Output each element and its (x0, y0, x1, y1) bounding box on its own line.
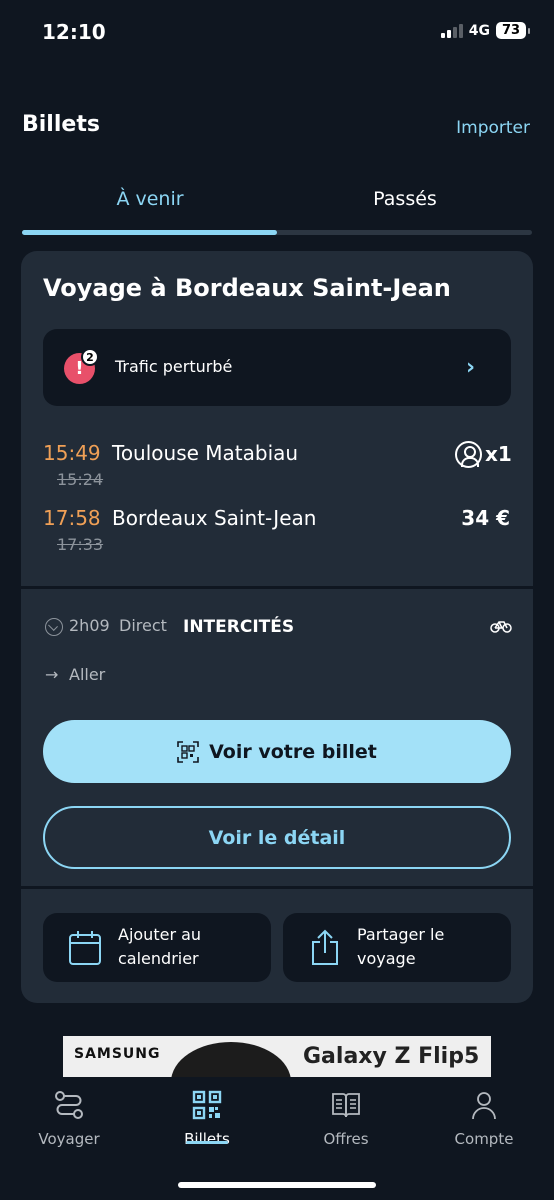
battery-icon: 73 (496, 22, 526, 39)
ad-brand: SAMSUNG (74, 1046, 161, 1062)
tab-upcoming[interactable]: À venir (22, 188, 278, 210)
arrow-right-icon: → (45, 665, 59, 684)
nav-label: Voyager (38, 1130, 100, 1148)
departure-station: Toulouse Matabiau (112, 441, 299, 465)
bike-icon (490, 619, 512, 637)
qr-code-icon (192, 1090, 222, 1120)
nav-voyager[interactable]: Voyager (9, 1090, 129, 1148)
traffic-alert-banner[interactable] (43, 329, 511, 406)
departure-scheduled-time: 15:24 (57, 470, 104, 489)
share-trip-label: Partager le voyage (357, 925, 445, 968)
trip-title: Voyage à Bordeaux Saint-Jean (43, 274, 451, 302)
clock-icon (45, 618, 63, 636)
ad-product: Galaxy Z Flip5 (303, 1044, 480, 1069)
calendar-icon (69, 931, 101, 965)
page-title: Billets (22, 112, 100, 137)
qr-code-icon (177, 740, 199, 763)
home-indicator[interactable] (178, 1182, 376, 1188)
trip-duration: 2h09 (69, 616, 110, 635)
nav-label: Offres (323, 1130, 369, 1148)
arrival-time: 17:58 (43, 506, 101, 530)
user-icon (472, 1092, 496, 1120)
book-icon (332, 1093, 360, 1118)
nav-active-indicator (186, 1141, 228, 1144)
tab-past[interactable]: Passés (277, 188, 533, 210)
signal-icon (440, 23, 463, 38)
view-detail-button[interactable]: Voir le détail (43, 806, 511, 869)
arrival-scheduled-time: 17:33 (57, 535, 104, 554)
nav-label: Billets (184, 1130, 230, 1148)
card-divider (21, 886, 533, 889)
add-to-calendar-label: Ajouter au calendrier (118, 925, 202, 968)
nav-compte[interactable]: Compte (424, 1090, 544, 1148)
tab-active-indicator (22, 230, 277, 235)
trip-direction: Aller (69, 665, 106, 684)
arrival-station: Bordeaux Saint-Jean (112, 506, 317, 530)
trip-price: 34 € (461, 506, 510, 530)
status-time: 12:10 (42, 20, 106, 44)
passenger-count: x1 (485, 442, 512, 466)
route-icon (55, 1091, 83, 1119)
alert-count-badge: 2 (81, 348, 99, 366)
passenger-icon (455, 441, 482, 468)
trip-type: Direct (119, 616, 167, 635)
nav-offres[interactable]: Offres (286, 1090, 406, 1148)
import-link[interactable]: Importer (456, 118, 530, 138)
ad-image (171, 1042, 291, 1077)
nav-label: Compte (454, 1130, 514, 1148)
alert-text: Trafic perturbé (115, 357, 233, 376)
view-ticket-button[interactable]: Voir votre billet (43, 720, 511, 783)
share-icon (312, 929, 338, 965)
ad-banner[interactable]: SAMSUNG Galaxy Z Flip5 (63, 1036, 491, 1077)
status-indicators: 4G 73 (440, 22, 530, 39)
view-ticket-label: Voir votre billet (209, 740, 377, 763)
departure-time: 15:49 (43, 441, 101, 465)
card-divider (21, 586, 533, 589)
chevron-right-icon: › (466, 355, 476, 380)
nav-billets[interactable]: Billets (147, 1090, 267, 1148)
network-type: 4G (468, 22, 490, 39)
train-operator: INTERCITÉS (183, 617, 295, 637)
